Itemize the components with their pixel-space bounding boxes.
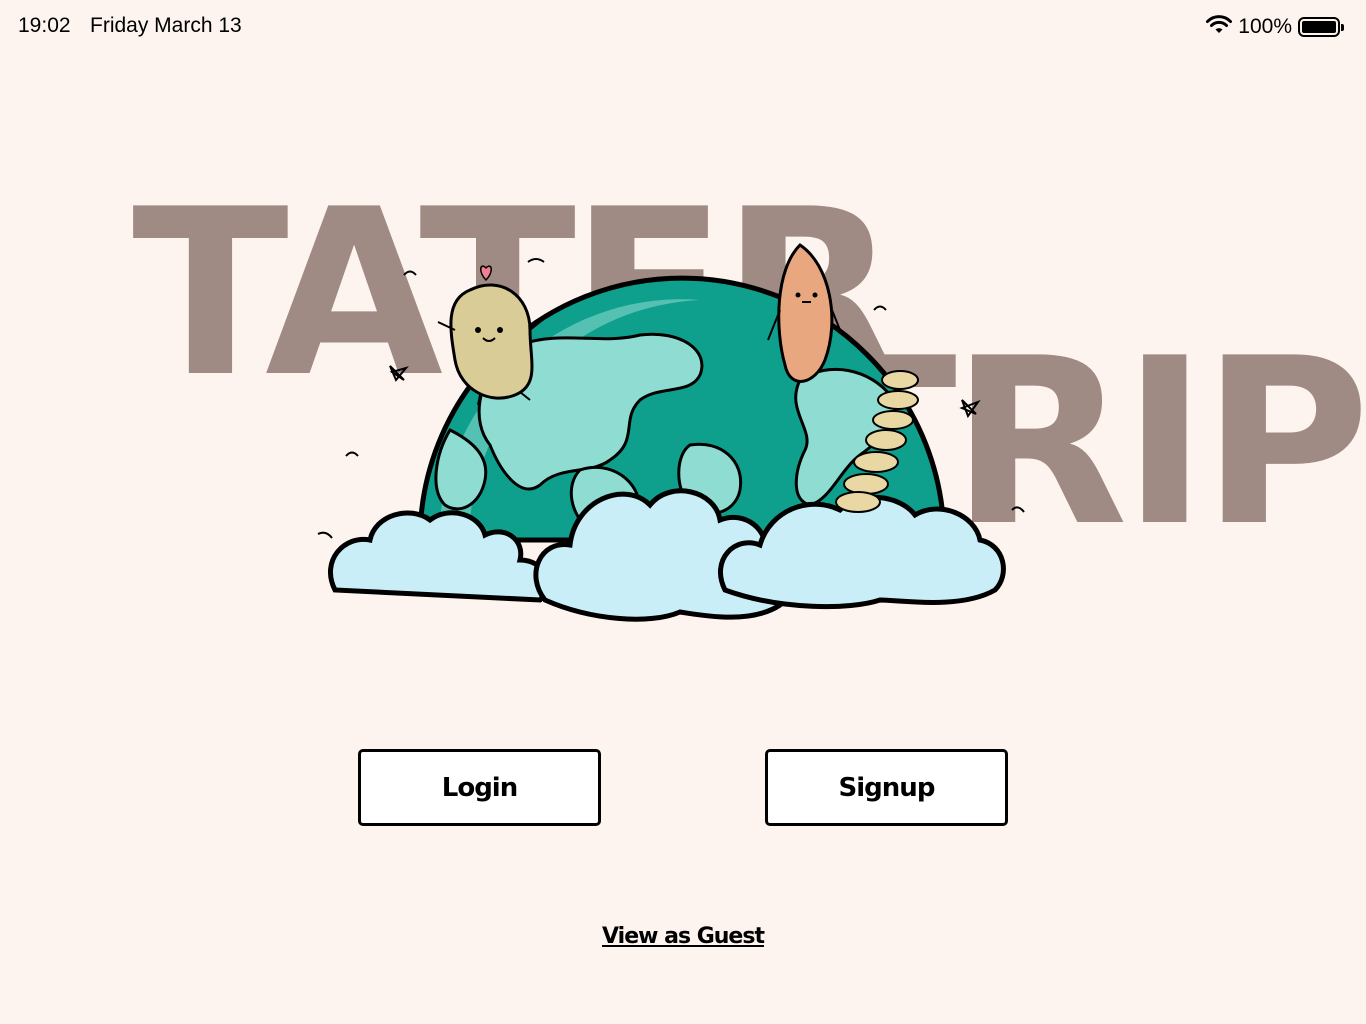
view-as-guest-link[interactable]: View as Guest <box>602 924 765 949</box>
login-button[interactable]: Login <box>358 749 601 826</box>
signup-button[interactable]: Signup <box>765 749 1008 826</box>
globe-illustration: TATER TRIPS <box>132 161 1366 622</box>
view-as-guest-link-container: View as Guest <box>0 924 1366 949</box>
logo-illustration: TATER TRIPS <box>0 0 1366 680</box>
